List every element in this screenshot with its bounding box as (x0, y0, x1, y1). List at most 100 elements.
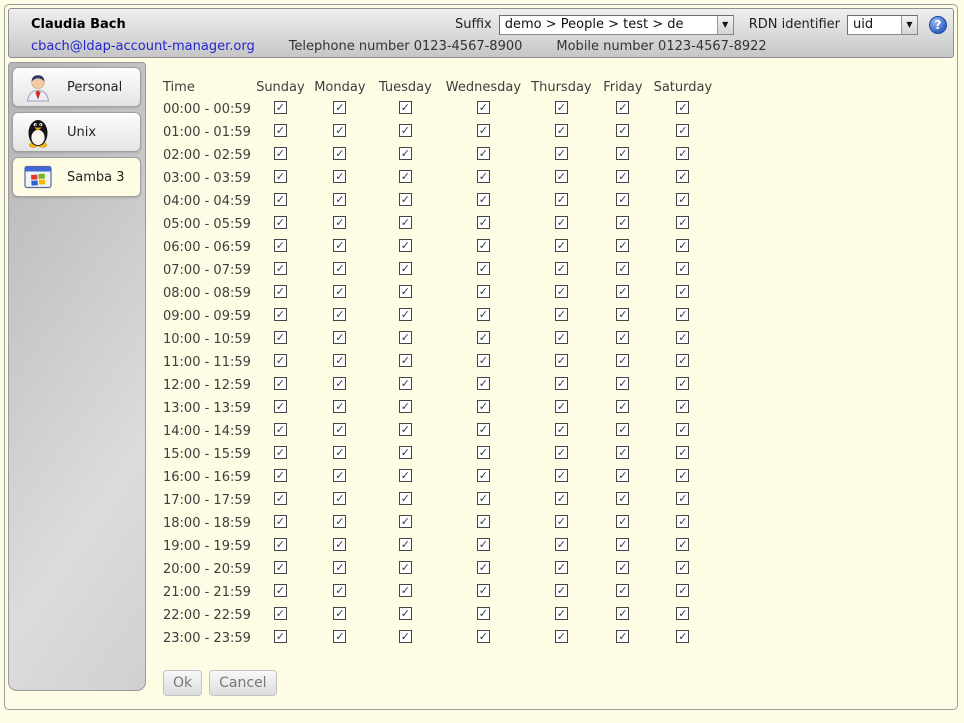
hour-checkbox[interactable]: ✓ (676, 492, 689, 505)
hour-checkbox[interactable]: ✓ (477, 193, 490, 206)
hour-checkbox[interactable]: ✓ (274, 170, 287, 183)
hour-checkbox[interactable]: ✓ (477, 124, 490, 137)
hour-checkbox[interactable]: ✓ (555, 193, 568, 206)
hour-checkbox[interactable]: ✓ (555, 170, 568, 183)
hour-checkbox[interactable]: ✓ (399, 469, 412, 482)
hour-checkbox[interactable]: ✓ (555, 469, 568, 482)
hour-checkbox[interactable]: ✓ (676, 423, 689, 436)
hour-checkbox[interactable]: ✓ (333, 193, 346, 206)
hour-checkbox[interactable]: ✓ (676, 584, 689, 597)
hour-checkbox[interactable]: ✓ (274, 124, 287, 137)
hour-checkbox[interactable]: ✓ (616, 400, 629, 413)
tab-personal[interactable]: Personal (12, 67, 141, 107)
hour-checkbox[interactable]: ✓ (274, 492, 287, 505)
hour-checkbox[interactable]: ✓ (477, 492, 490, 505)
hour-checkbox[interactable]: ✓ (616, 354, 629, 367)
hour-checkbox[interactable]: ✓ (399, 170, 412, 183)
hour-checkbox[interactable]: ✓ (399, 400, 412, 413)
hour-checkbox[interactable]: ✓ (399, 561, 412, 574)
hour-checkbox[interactable]: ✓ (333, 400, 346, 413)
hour-checkbox[interactable]: ✓ (399, 538, 412, 551)
hour-checkbox[interactable]: ✓ (616, 262, 629, 275)
email-link[interactable]: cbach@ldap-account-manager.org (31, 39, 255, 54)
hour-checkbox[interactable]: ✓ (333, 262, 346, 275)
hour-checkbox[interactable]: ✓ (399, 193, 412, 206)
hour-checkbox[interactable]: ✓ (333, 492, 346, 505)
hour-checkbox[interactable]: ✓ (676, 538, 689, 551)
hour-checkbox[interactable]: ✓ (676, 193, 689, 206)
hour-checkbox[interactable]: ✓ (616, 331, 629, 344)
hour-checkbox[interactable]: ✓ (477, 515, 490, 528)
hour-checkbox[interactable]: ✓ (399, 285, 412, 298)
hour-checkbox[interactable]: ✓ (477, 262, 490, 275)
hour-checkbox[interactable]: ✓ (399, 515, 412, 528)
hour-checkbox[interactable]: ✓ (555, 515, 568, 528)
hour-checkbox[interactable]: ✓ (399, 101, 412, 114)
hour-checkbox[interactable]: ✓ (274, 400, 287, 413)
hour-checkbox[interactable]: ✓ (555, 538, 568, 551)
hour-checkbox[interactable]: ✓ (333, 239, 346, 252)
hour-checkbox[interactable]: ✓ (274, 331, 287, 344)
hour-checkbox[interactable]: ✓ (676, 630, 689, 643)
hour-checkbox[interactable]: ✓ (555, 400, 568, 413)
hour-checkbox[interactable]: ✓ (333, 308, 346, 321)
hour-checkbox[interactable]: ✓ (399, 239, 412, 252)
hour-checkbox[interactable]: ✓ (333, 170, 346, 183)
hour-checkbox[interactable]: ✓ (616, 170, 629, 183)
hour-checkbox[interactable]: ✓ (399, 331, 412, 344)
hour-checkbox[interactable]: ✓ (555, 124, 568, 137)
hour-checkbox[interactable]: ✓ (333, 147, 346, 160)
hour-checkbox[interactable]: ✓ (555, 354, 568, 367)
hour-checkbox[interactable]: ✓ (333, 607, 346, 620)
hour-checkbox[interactable]: ✓ (676, 239, 689, 252)
hour-checkbox[interactable]: ✓ (616, 446, 629, 459)
hour-checkbox[interactable]: ✓ (616, 147, 629, 160)
hour-checkbox[interactable]: ✓ (477, 538, 490, 551)
hour-checkbox[interactable]: ✓ (333, 469, 346, 482)
hour-checkbox[interactable]: ✓ (477, 285, 490, 298)
chevron-down-icon[interactable]: ▼ (901, 16, 917, 34)
hour-checkbox[interactable]: ✓ (616, 308, 629, 321)
hour-checkbox[interactable]: ✓ (274, 193, 287, 206)
hour-checkbox[interactable]: ✓ (333, 285, 346, 298)
hour-checkbox[interactable]: ✓ (333, 377, 346, 390)
hour-checkbox[interactable]: ✓ (274, 423, 287, 436)
hour-checkbox[interactable]: ✓ (555, 147, 568, 160)
hour-checkbox[interactable]: ✓ (555, 630, 568, 643)
hour-checkbox[interactable]: ✓ (555, 423, 568, 436)
hour-checkbox[interactable]: ✓ (616, 124, 629, 137)
hour-checkbox[interactable]: ✓ (676, 147, 689, 160)
hour-checkbox[interactable]: ✓ (616, 216, 629, 229)
hour-checkbox[interactable]: ✓ (399, 124, 412, 137)
hour-checkbox[interactable]: ✓ (399, 308, 412, 321)
hour-checkbox[interactable]: ✓ (477, 239, 490, 252)
hour-checkbox[interactable]: ✓ (477, 584, 490, 597)
hour-checkbox[interactable]: ✓ (616, 561, 629, 574)
hour-checkbox[interactable]: ✓ (676, 354, 689, 367)
hour-checkbox[interactable]: ✓ (676, 469, 689, 482)
hour-checkbox[interactable]: ✓ (616, 515, 629, 528)
help-icon[interactable]: ? (929, 16, 947, 34)
hour-checkbox[interactable]: ✓ (399, 630, 412, 643)
hour-checkbox[interactable]: ✓ (616, 584, 629, 597)
hour-checkbox[interactable]: ✓ (676, 561, 689, 574)
hour-checkbox[interactable]: ✓ (616, 423, 629, 436)
hour-checkbox[interactable]: ✓ (399, 446, 412, 459)
hour-checkbox[interactable]: ✓ (555, 561, 568, 574)
hour-checkbox[interactable]: ✓ (477, 607, 490, 620)
rdn-identifier-select[interactable]: uid ▼ (847, 15, 918, 35)
hour-checkbox[interactable]: ✓ (274, 354, 287, 367)
hour-checkbox[interactable]: ✓ (274, 607, 287, 620)
hour-checkbox[interactable]: ✓ (616, 607, 629, 620)
hour-checkbox[interactable]: ✓ (555, 101, 568, 114)
hour-checkbox[interactable]: ✓ (555, 584, 568, 597)
hour-checkbox[interactable]: ✓ (477, 469, 490, 482)
hour-checkbox[interactable]: ✓ (274, 469, 287, 482)
hour-checkbox[interactable]: ✓ (274, 285, 287, 298)
hour-checkbox[interactable]: ✓ (676, 377, 689, 390)
hour-checkbox[interactable]: ✓ (274, 630, 287, 643)
hour-checkbox[interactable]: ✓ (676, 170, 689, 183)
hour-checkbox[interactable]: ✓ (555, 377, 568, 390)
hour-checkbox[interactable]: ✓ (274, 446, 287, 459)
hour-checkbox[interactable]: ✓ (477, 630, 490, 643)
